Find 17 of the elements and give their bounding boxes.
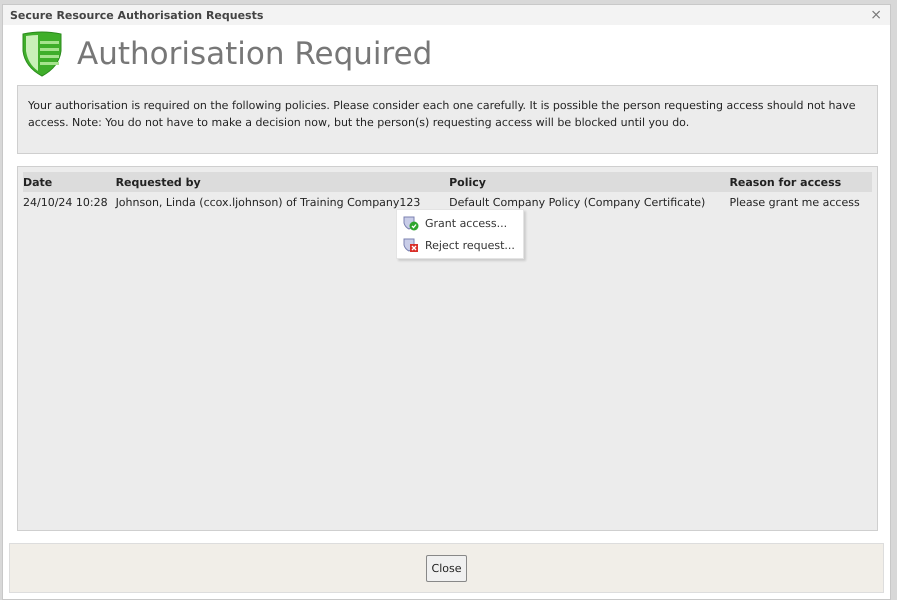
- column-header: Reason for access: [729, 172, 872, 192]
- window-title: Secure Resource Authorisation Requests: [10, 8, 264, 22]
- column-header: Requested by: [116, 172, 450, 192]
- table-cell: Default Company Policy (Company Certificate): [449, 192, 730, 213]
- notice-text: Your authorisation is required on the following policies. Please consider each one carefully. It is possible the person requesting access should not have access. Note: You do not have to make a decision now, but the person(s) requesting access will be blocked until you do.: [17, 85, 878, 154]
- shield-check-icon: [403, 215, 419, 231]
- close-button[interactable]: Close: [426, 554, 468, 582]
- column-header: Policy: [449, 172, 730, 192]
- column-header: Date: [23, 172, 116, 192]
- table-cell: Please grant me access: [729, 192, 872, 213]
- menu-item[interactable]: Grant access...: [397, 212, 523, 234]
- table-cell: 24/10/24 10:28: [23, 192, 116, 213]
- shield-icon: [21, 31, 63, 77]
- menu-item[interactable]: Reject request...: [397, 234, 523, 256]
- table-cell: Johnson, Linda (ccox.ljohnson) of Training Company123: [116, 192, 450, 213]
- page-heading: Authorisation Required: [77, 36, 432, 72]
- shield-cross-icon: [403, 237, 419, 253]
